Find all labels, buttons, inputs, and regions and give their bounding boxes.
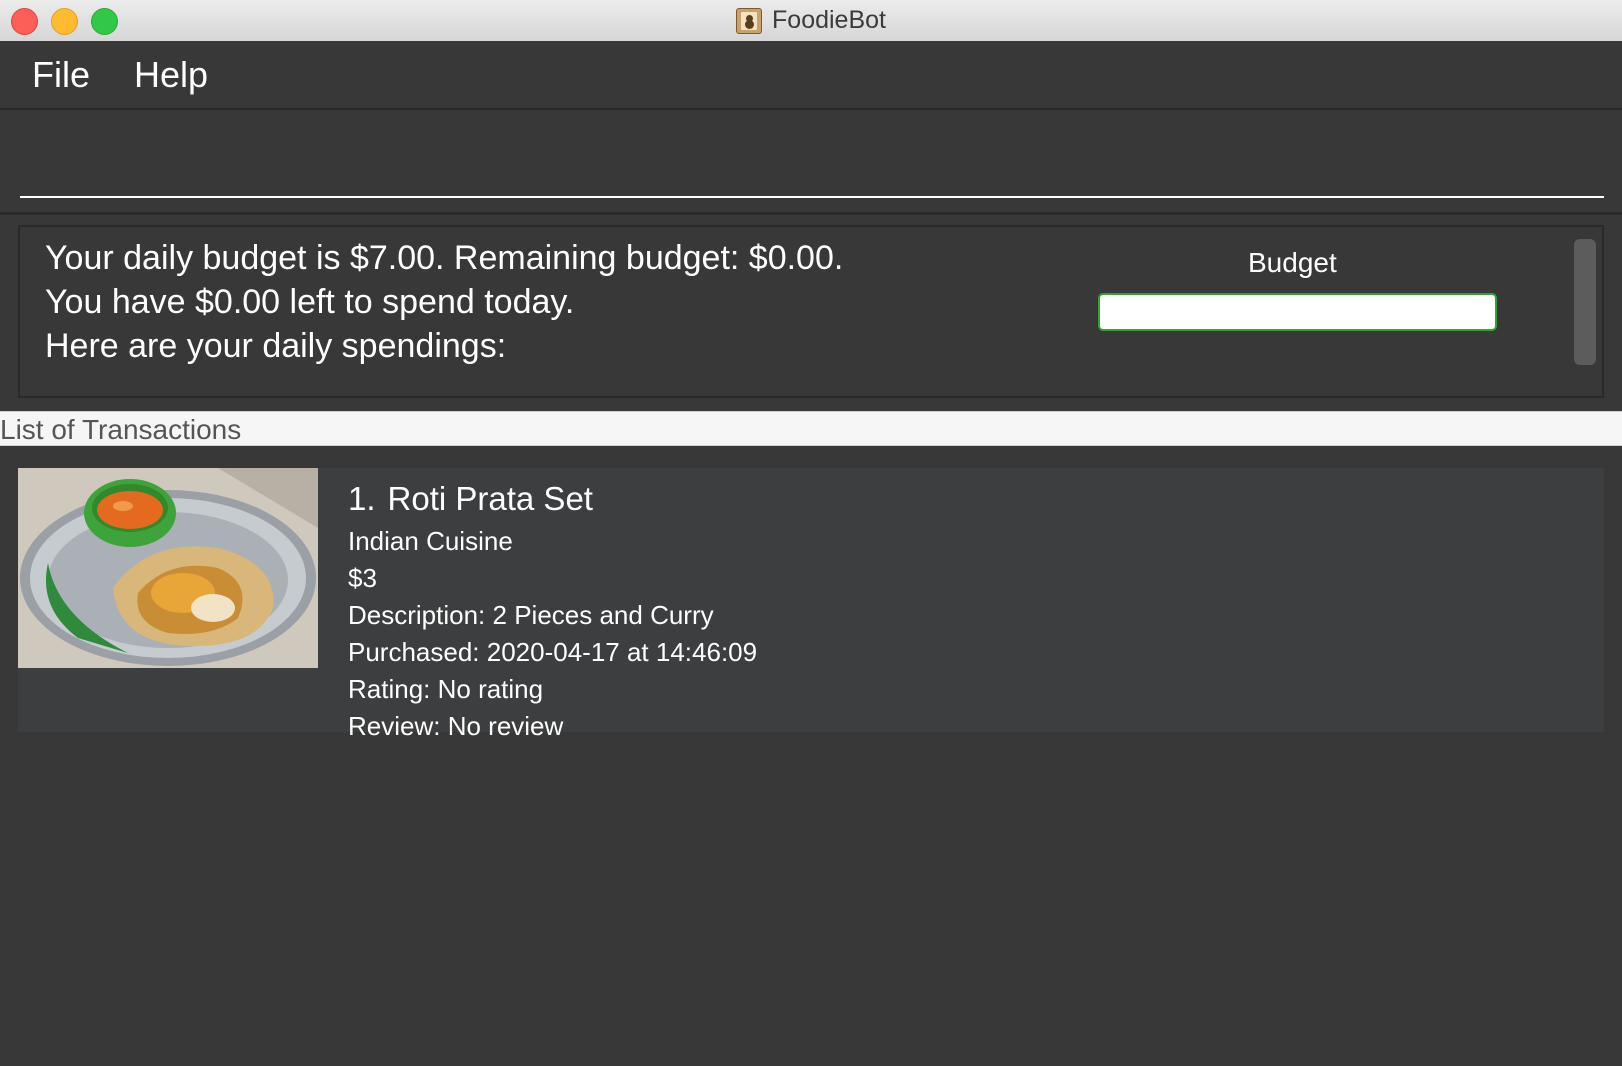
- title-bar: FoodieBot: [0, 0, 1622, 42]
- transactions-list-header: List of Transactions: [0, 411, 1622, 446]
- transaction-purchased: Purchased: 2020-04-17 at 14:46:09: [348, 637, 758, 667]
- roti-prata-photo-icon: [18, 468, 318, 668]
- budget-label: Budget: [1248, 247, 1337, 278]
- result-scrollbar[interactable]: [1574, 239, 1596, 365]
- window-title: FoodieBot: [772, 6, 886, 34]
- app-icon: [736, 7, 763, 34]
- transaction-description: Description: 2 Pieces and Curry: [348, 600, 757, 631]
- transaction-card[interactable]: 1. Roti Prata Set Indian Cuisine $3 Descr…: [18, 468, 1604, 741]
- menu-help[interactable]: Help: [134, 54, 208, 96]
- transaction-index: 1.: [348, 480, 376, 517]
- window-title-group: FoodieBot: [0, 0, 1622, 41]
- description-label: Description:: [348, 600, 486, 630]
- transaction-cuisine: Indian Cuisine: [348, 526, 513, 556]
- result-line-remaining: You have $0.00 left to spend today.: [45, 283, 575, 321]
- description-value: 2 Pieces and Curry: [492, 600, 714, 630]
- transaction-name: Roti Prata Set: [387, 480, 593, 517]
- budget-progress-bar: [1098, 293, 1497, 331]
- result-display: Your daily budget is $7.00. Remaining bu…: [18, 225, 1604, 398]
- food-photo: [18, 468, 318, 668]
- transaction-price: $3: [348, 563, 377, 593]
- transaction-title: 1. Roti Prata Set: [348, 480, 757, 518]
- transaction-details: 1. Roti Prata Set Indian Cuisine $3 Descr…: [348, 480, 757, 742]
- result-line-spendings: Here are your daily spendings:: [45, 327, 507, 365]
- menu-file[interactable]: File: [32, 54, 90, 96]
- transaction-rating: Rating: No rating: [348, 674, 544, 704]
- transaction-review: Review: No review: [348, 711, 564, 741]
- command-input[interactable]: [20, 110, 1604, 198]
- result-line-budget: Your daily budget is $7.00. Remaining bu…: [45, 239, 844, 277]
- command-box: [0, 110, 1622, 215]
- menu-bar: File Help: [0, 41, 1622, 110]
